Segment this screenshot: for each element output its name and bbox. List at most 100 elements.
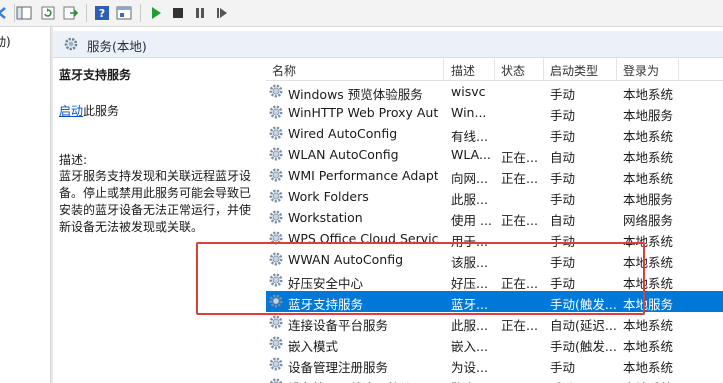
service-row[interactable]: Workstation 使用 ... 正在... 自动 网络服务 bbox=[266, 207, 723, 228]
pane-header: 服务(本地) bbox=[53, 31, 723, 58]
service-startup-type: 手动 bbox=[550, 87, 576, 102]
service-row[interactable]: 连接设备平台服务 此服... 正在... 自动(延迟... 本地系统 bbox=[266, 312, 723, 333]
services-gear-icon bbox=[63, 36, 79, 55]
column-header-status[interactable]: 状态 bbox=[501, 62, 525, 79]
column-divider[interactable] bbox=[443, 58, 444, 80]
service-startup-type: 手动 bbox=[550, 378, 616, 383]
service-startup-type: 手动(触发... bbox=[550, 339, 616, 354]
service-startup-type: 自动 bbox=[550, 150, 576, 165]
restart-icon[interactable] bbox=[212, 3, 232, 23]
service-gear-icon bbox=[268, 104, 284, 120]
service-description: wisvc bbox=[451, 84, 486, 99]
service-log-on-as: 本地系统 bbox=[623, 318, 674, 333]
service-row[interactable]: 设备管理无线应用协议... 路由... 手动 本地系统 bbox=[266, 375, 723, 383]
toolbar-separator bbox=[86, 4, 87, 22]
stop-icon[interactable] bbox=[168, 3, 188, 23]
detail-service-name: 蓝牙支持服务 bbox=[59, 68, 132, 82]
service-name: 嵌入模式 bbox=[288, 339, 339, 354]
service-description: WLA... bbox=[451, 147, 491, 162]
service-log-on-as: 本地系统 bbox=[623, 378, 683, 383]
services-list: ^ 名称 描述 状态 启动类型 登录为 Windows 预览体验服务 wisvc 手… bbox=[266, 58, 723, 383]
service-status: 正在... bbox=[501, 318, 538, 333]
column-header-log-on-as[interactable]: 登录为 bbox=[623, 62, 659, 79]
service-log-on-as: 本地服务 bbox=[623, 108, 674, 123]
service-gear-icon bbox=[268, 146, 284, 162]
service-description: 使用 ... bbox=[451, 213, 492, 228]
service-detail-panel: 蓝牙支持服务 启动此服务 描述: 蓝牙服务支持发现和关联远程蓝牙设备。停止或禁用… bbox=[53, 58, 263, 383]
refresh-icon[interactable] bbox=[38, 3, 58, 23]
service-log-on-as: 本地系统 bbox=[623, 87, 674, 102]
service-log-on-as: 本地系统 bbox=[623, 360, 674, 375]
service-gear-icon bbox=[268, 167, 284, 183]
back-icon[interactable] bbox=[0, 3, 12, 23]
service-name: 设备管理注册服务 bbox=[288, 360, 389, 375]
column-divider[interactable] bbox=[543, 58, 544, 80]
console-tree: 动) bbox=[0, 27, 51, 383]
service-gear-icon bbox=[268, 209, 284, 225]
export-list-icon[interactable] bbox=[60, 3, 80, 23]
service-row[interactable]: 设备管理注册服务 为设... 手动 本地系统 bbox=[266, 354, 723, 375]
service-name: WinHTTP Web Proxy Aut... bbox=[288, 105, 438, 120]
pause-icon[interactable] bbox=[190, 3, 210, 23]
service-log-on-as: 本地系统 bbox=[623, 129, 674, 144]
service-description: 此服... bbox=[451, 192, 488, 207]
service-description: 此服... bbox=[451, 318, 488, 333]
service-status: 正在... bbox=[501, 171, 538, 186]
list-header: ^ 名称 描述 状态 启动类型 登录为 bbox=[266, 58, 723, 81]
service-description: 嵌入... bbox=[451, 339, 488, 354]
help-icon[interactable]: ? bbox=[92, 3, 112, 23]
column-header-startup-type[interactable]: 启动类型 bbox=[550, 62, 598, 79]
service-name: 连接设备平台服务 bbox=[288, 318, 389, 333]
column-header-description[interactable]: 描述 bbox=[451, 62, 475, 79]
sort-ascending-icon: ^ bbox=[354, 58, 362, 65]
properties-icon[interactable] bbox=[114, 3, 134, 23]
svg-text:?: ? bbox=[99, 7, 105, 20]
service-log-on-as: 本地系统 bbox=[623, 171, 674, 186]
service-name: Work Folders bbox=[288, 189, 369, 204]
service-name: WLAN AutoConfig bbox=[288, 147, 399, 162]
service-startup-type: 自动 bbox=[550, 213, 576, 228]
service-startup-type: 自动(延迟... bbox=[550, 318, 616, 333]
service-log-on-as: 本地系统 bbox=[623, 150, 674, 165]
start-suffix: 此服务 bbox=[83, 104, 120, 118]
tree-node-services-local[interactable]: 动) bbox=[0, 33, 11, 50]
column-header-name[interactable]: 名称 bbox=[272, 62, 296, 79]
service-gear-icon bbox=[268, 314, 284, 330]
toolbar: ? bbox=[0, 0, 723, 27]
service-startup-type: 手动 bbox=[550, 108, 576, 123]
column-divider[interactable] bbox=[678, 58, 679, 80]
service-log-on-as: 网络服务 bbox=[623, 213, 674, 228]
service-description: 为设... bbox=[451, 360, 488, 375]
service-log-on-as: 本地服务 bbox=[623, 192, 674, 207]
service-description: 路由... bbox=[451, 378, 495, 383]
console-tree-icon[interactable] bbox=[14, 3, 34, 23]
service-log-on-as: 本地系统 bbox=[623, 339, 674, 354]
service-row[interactable]: WLAN AutoConfig WLA... 正在... 自动 本地系统 bbox=[266, 144, 723, 165]
service-row[interactable]: WinHTTP Web Proxy Aut... Win... 手动 本地服务 bbox=[266, 102, 723, 123]
service-name: Workstation bbox=[288, 210, 363, 225]
service-status: 正在... bbox=[501, 150, 538, 165]
service-startup-type: 手动 bbox=[550, 171, 576, 186]
service-description: Win... bbox=[451, 105, 487, 120]
description-label: 描述: bbox=[59, 153, 88, 167]
service-name: 设备管理无线应用协议... bbox=[288, 378, 438, 383]
service-gear-icon bbox=[268, 188, 284, 204]
service-startup-type: 手动 bbox=[550, 129, 576, 144]
service-row[interactable]: 嵌入模式 嵌入... 手动(触发... 本地系统 bbox=[266, 333, 723, 354]
column-divider[interactable] bbox=[616, 58, 617, 80]
services-pane: 服务(本地) 蓝牙支持服务 启动此服务 描述: 蓝牙服务支持发现和关联远程蓝牙设… bbox=[53, 27, 723, 383]
service-name: WMI Performance Adapt... bbox=[288, 168, 438, 183]
service-row[interactable]: WMI Performance Adapt... 向网... 正在... 手动 本地系统 bbox=[266, 165, 723, 186]
column-divider[interactable] bbox=[494, 58, 495, 80]
service-row[interactable]: Work Folders 此服... 手动 本地服务 bbox=[266, 186, 723, 207]
service-gear-icon bbox=[268, 125, 284, 141]
start-service-link[interactable]: 启动 bbox=[59, 104, 83, 118]
toolbar-separator bbox=[140, 4, 141, 22]
service-row[interactable]: Wired AutoConfig 有线... 手动 本地系统 bbox=[266, 123, 723, 144]
service-gear-icon bbox=[268, 377, 284, 383]
service-row[interactable]: Windows 预览体验服务 wisvc 手动 本地系统 bbox=[266, 81, 723, 102]
detail-start-line: 启动此服务 bbox=[59, 102, 119, 119]
play-icon[interactable] bbox=[146, 3, 166, 23]
service-gear-icon bbox=[268, 356, 284, 372]
service-status: 正在... bbox=[501, 213, 538, 228]
